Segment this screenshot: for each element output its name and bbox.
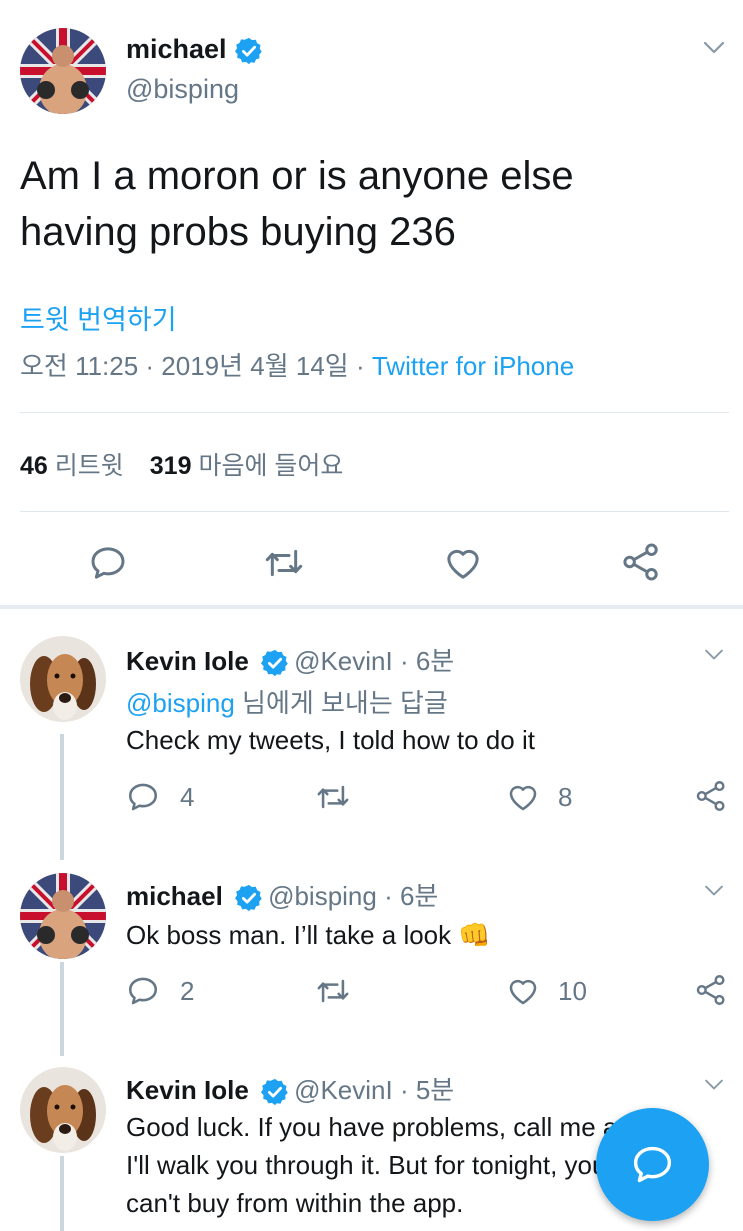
reply-count: 4	[180, 782, 195, 812]
retweet-stat[interactable]: 46 리트윗	[20, 452, 124, 480]
reply-avatar[interactable]	[20, 873, 106, 959]
reply-to-handle[interactable]: @bisping	[126, 688, 235, 718]
like-icon[interactable]	[506, 780, 540, 814]
reply-time: · 6분	[392, 646, 455, 676]
translate-tweet-link[interactable]: 트윗 번역하기	[20, 298, 177, 337]
retweet-icon[interactable]	[262, 543, 306, 583]
author-name[interactable]: michael	[126, 34, 264, 66]
reply-icon[interactable]	[88, 543, 128, 583]
chevron-down-icon[interactable]	[703, 648, 725, 662]
compose-reply-button[interactable]	[596, 1108, 709, 1221]
reply-text-content: Ok boss man. I’ll take a look	[126, 920, 452, 950]
tweet-text-line-2: having probs buying 236	[20, 210, 456, 254]
tweet-meta: 오전 11:25 · 2019년 4월 14일 · Twitter for iP…	[20, 346, 574, 383]
retweet-icon[interactable]	[314, 780, 352, 814]
tweet-stats: 46 리트윗 319 마음에 들어요	[20, 446, 343, 482]
section-divider	[0, 605, 743, 609]
verified-badge-icon	[235, 885, 262, 912]
like-stat[interactable]: 319 마음에 들어요	[150, 452, 344, 480]
thread-connector	[60, 1156, 64, 1231]
chevron-down-icon[interactable]	[703, 884, 725, 898]
author-handle[interactable]: @bisping	[126, 74, 239, 105]
thread-connector	[60, 962, 64, 1056]
share-button[interactable]	[694, 972, 728, 1015]
reply-avatar[interactable]	[20, 1067, 106, 1153]
reply-text-line-2: I'll walk you through it. But for tonigh…	[126, 1150, 607, 1180]
reply-author-handle[interactable]: @KevinI	[294, 646, 393, 676]
compose-icon	[633, 1146, 672, 1183]
reply-author-handle[interactable]: @KevinI	[294, 1075, 393, 1105]
reply-count: 2	[180, 976, 195, 1006]
divider	[20, 511, 729, 512]
share-icon[interactable]	[694, 778, 728, 814]
like-count: 10	[558, 976, 587, 1006]
reply-header: michael @bisping · 6분	[126, 876, 438, 913]
retweet-label: 리트윗	[54, 452, 124, 480]
reply-text: Check my tweets, I told how to do it	[126, 725, 535, 755]
share-icon[interactable]	[694, 972, 728, 1008]
share-icon[interactable]	[620, 541, 662, 583]
like-count: 319	[149, 452, 192, 480]
thread-connector	[60, 734, 64, 860]
fist-emoji: 👊	[458, 920, 491, 950]
reply-header: Kevin Iole @KevinI · 6분	[126, 641, 454, 678]
reply-author-name[interactable]: Kevin Iole	[126, 1075, 249, 1105]
verified-badge-icon	[235, 37, 262, 64]
reply-time: · 5분	[392, 1075, 455, 1105]
reply-text-line-1: Good luck. If you have problems, call me…	[126, 1112, 647, 1142]
like-button[interactable]: 8	[506, 780, 572, 821]
chevron-down-icon[interactable]	[703, 1078, 725, 1092]
retweet-button[interactable]	[314, 974, 352, 1015]
verified-badge-icon	[261, 1079, 288, 1106]
reply-author-name[interactable]: michael	[126, 881, 223, 911]
reply-to-label: 님에게 보내는 답글	[234, 688, 448, 718]
retweet-icon[interactable]	[314, 974, 352, 1008]
reply-button[interactable]: 2	[126, 974, 194, 1015]
chevron-down-icon[interactable]	[702, 40, 726, 56]
verified-badge-icon	[261, 650, 288, 677]
reply-icon[interactable]	[126, 780, 160, 814]
retweet-button[interactable]	[314, 780, 352, 821]
like-button[interactable]: 10	[506, 974, 587, 1015]
reply-author-handle[interactable]: @bisping	[268, 881, 377, 911]
like-label: 마음에 들어요	[198, 452, 344, 480]
author-avatar[interactable]	[20, 28, 106, 114]
tweet-source-link[interactable]: Twitter for iPhone	[372, 351, 574, 381]
reply-text-line-3: can't buy from within the app.	[126, 1188, 464, 1218]
reply-text: Ok boss man. I’ll take a look 👊	[126, 920, 491, 951]
retweet-count: 46	[20, 452, 48, 480]
like-count: 8	[558, 782, 573, 812]
reply-time: · 6분	[376, 881, 439, 911]
tweet-timestamp: 오전 11:25 · 2019년 4월 14일 ·	[20, 351, 372, 381]
reply-to-line: @bisping 님에게 보내는 답글	[126, 683, 448, 720]
reply-avatar[interactable]	[20, 636, 106, 722]
share-button[interactable]	[694, 778, 728, 821]
like-icon[interactable]	[506, 974, 540, 1008]
reply-button[interactable]: 4	[126, 780, 194, 821]
author-name-text[interactable]: michael	[126, 34, 227, 64]
like-icon[interactable]	[443, 543, 483, 583]
tweet-text-line-1: Am I a moron or is anyone else	[20, 154, 574, 198]
reply-author-name[interactable]: Kevin Iole	[126, 646, 249, 676]
reply-icon[interactable]	[126, 974, 160, 1008]
reply-header: Kevin Iole @KevinI · 5분	[126, 1070, 454, 1107]
tweet-text: Am I a moron or is anyone else having pr…	[20, 148, 700, 260]
divider	[20, 412, 729, 413]
